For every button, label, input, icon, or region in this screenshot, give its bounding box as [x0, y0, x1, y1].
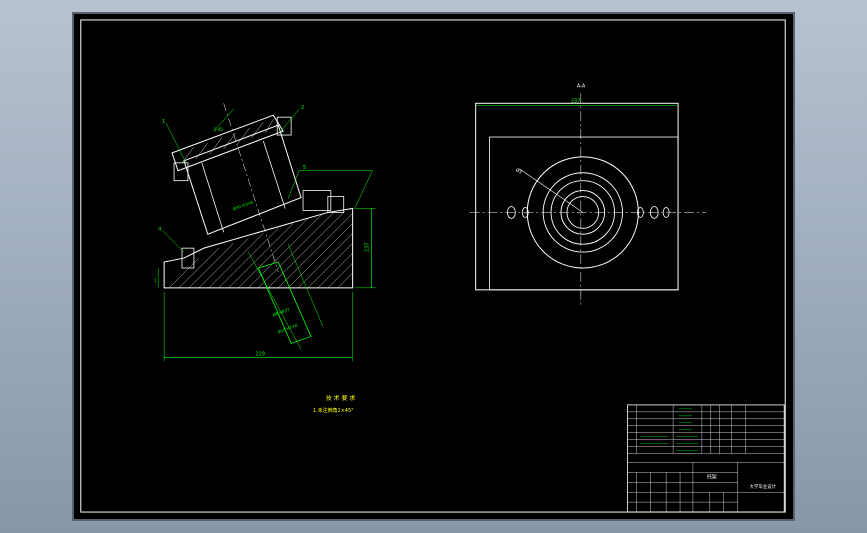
width-dim-label: 219 [255, 351, 264, 357]
plan-inner-rect [489, 136, 679, 291]
balloon-2: 2 [301, 105, 304, 111]
lower-dim-text-1: Ø8 H8/f7 [272, 307, 291, 318]
plan-diameter-leader [519, 168, 583, 213]
leader-1 [165, 123, 187, 163]
cad-drawing-viewport[interactable]: Ø8 H8/f7 Ø10 H7/n6 Ø30 H7/k6 219 237 1 2… [72, 12, 795, 521]
cad-drawing: Ø8 H8/f7 Ø10 H7/n6 Ø30 H7/k6 219 237 1 2… [80, 19, 786, 513]
leader-2 [279, 109, 300, 134]
title-part-name: 托架 [707, 473, 717, 480]
base-hatching [168, 211, 353, 288]
leader-6 [354, 170, 373, 209]
angle-dim-label: 2-45 [214, 127, 223, 132]
title-drawing-no: 大学毕业设计 [749, 483, 776, 490]
lower-dim-1 [248, 251, 302, 350]
bore-line-1 [201, 162, 225, 233]
tech-notes: 技 术 要 求 1.未注倒角2×45° [313, 394, 355, 414]
body-dim-text: Ø30 H7/k6 [232, 199, 254, 211]
lower-dim-text-2: Ø10 H7/n6 [277, 322, 299, 334]
balloon-4: 4 [158, 226, 161, 232]
plan-view-title: A-A [577, 83, 586, 89]
side-section-view: Ø8 H8/f7 Ø10 H7/n6 Ø30 H7/k6 219 237 1 2… [154, 103, 376, 362]
height-dim-label: 237 [365, 243, 371, 252]
small-dim-label: 1 [154, 278, 157, 283]
clamp-block [302, 190, 332, 211]
balloon-5: 5 [303, 165, 306, 171]
plan-width-label: 237 [571, 98, 580, 104]
drawing-frame [80, 19, 786, 513]
balloon-1: 1 [162, 119, 165, 125]
plan-view: A-A 237 Ø3 [469, 83, 706, 308]
tech-notes-line-1: 1.未注倒角2×45° [313, 407, 354, 414]
parts-list-marks [640, 408, 698, 451]
top-flange [171, 114, 284, 172]
plan-outer-rect [475, 102, 679, 291]
lower-dim-2 [287, 244, 324, 327]
title-block-outer [627, 404, 785, 513]
bore-line-2 [262, 140, 286, 209]
title-block: 托架 大学毕业设计 [627, 404, 785, 513]
tech-notes-title: 技 术 要 求 [326, 394, 355, 402]
parts-list-grid [627, 404, 785, 463]
leader-4 [161, 230, 185, 253]
plan-diameter-label: Ø3 [514, 166, 523, 175]
